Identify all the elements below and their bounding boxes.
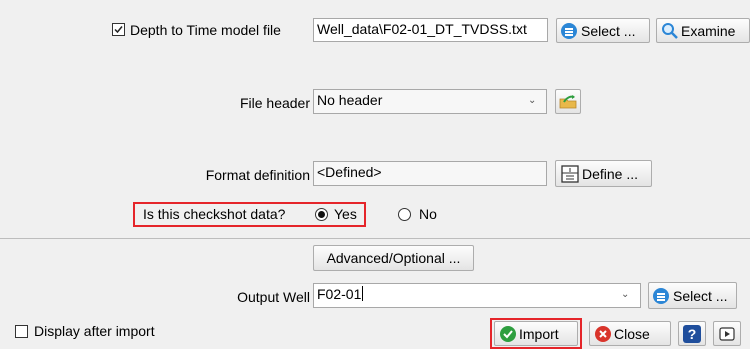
- checkshot-no-label: No: [419, 206, 437, 222]
- define-button-label: Define ...: [582, 165, 639, 182]
- depth-to-time-file-field[interactable]: Well_data\F02-01_DT_TVDSS.txt: [313, 18, 548, 42]
- magnifier-icon: [662, 22, 678, 39]
- file-header-value: No header: [317, 92, 383, 108]
- depth-to-time-select-button[interactable]: Select ...: [556, 18, 650, 43]
- checkshot-no-radio[interactable]: [398, 208, 411, 221]
- file-header-load-button[interactable]: [555, 89, 581, 114]
- checkshot-question-label: Is this checkshot data?: [143, 206, 286, 222]
- output-well-select-button[interactable]: Select ...: [648, 282, 737, 309]
- display-after-import-checkbox[interactable]: [15, 325, 28, 338]
- run-script-button[interactable]: [713, 321, 741, 346]
- advanced-optional-label: Advanced/Optional ...: [326, 250, 461, 266]
- examine-button-label: Examine: [681, 22, 736, 39]
- help-button[interactable]: ?: [678, 321, 706, 346]
- depth-to-time-label: Depth to Time model file: [130, 22, 281, 38]
- play-icon: [719, 326, 735, 341]
- close-circle-icon: [595, 325, 611, 342]
- import-button[interactable]: Import: [494, 321, 578, 346]
- file-header-dropdown[interactable]: No header ⌄: [313, 89, 547, 114]
- output-well-select-label: Select ...: [673, 287, 728, 304]
- select-button-label: Select ...: [581, 22, 636, 39]
- checkmark-icon: [114, 26, 123, 34]
- output-well-label: Output Well: [237, 289, 310, 305]
- advanced-optional-button[interactable]: Advanced/Optional ...: [313, 245, 474, 271]
- depth-to-time-checkbox[interactable]: [112, 23, 125, 36]
- close-button-label: Close: [614, 325, 650, 342]
- divider: [0, 238, 750, 239]
- checkshot-yes-label: Yes: [334, 206, 357, 222]
- file-header-label: File header: [239, 95, 310, 111]
- folder-arrow-icon: [559, 94, 577, 108]
- define-button[interactable]: Define ...: [555, 160, 652, 187]
- chevron-down-icon: ⌄: [528, 95, 537, 106]
- table-define-icon: [561, 164, 579, 183]
- check-circle-icon: [500, 325, 516, 342]
- text-cursor: [362, 286, 364, 301]
- display-after-import-label: Display after import: [34, 323, 155, 339]
- import-button-label: Import: [519, 325, 559, 342]
- examine-button[interactable]: Examine: [656, 18, 750, 43]
- checkshot-yes-radio[interactable]: [315, 208, 328, 221]
- format-definition-label: Format definition: [205, 167, 310, 183]
- output-well-combobox[interactable]: F02-01 ⌄: [313, 283, 641, 308]
- format-definition-field: <Defined>: [313, 161, 547, 186]
- list-icon: [561, 22, 577, 39]
- close-button[interactable]: Close: [589, 321, 671, 346]
- help-icon: ?: [683, 324, 701, 343]
- chevron-down-icon: ⌄: [621, 289, 630, 300]
- list-icon: [653, 287, 669, 304]
- output-well-value: F02-01: [317, 286, 362, 302]
